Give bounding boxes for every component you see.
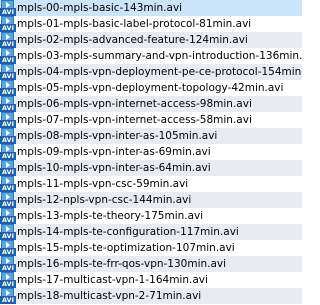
avi-video-file-icon: AVI	[0, 192, 16, 208]
file-name: mpls-03-mpls-summary-and-vpn-introductio…	[17, 50, 302, 62]
file-name: mpls-01-mpls-basic-label-protocol-81min.…	[17, 18, 252, 30]
avi-video-file-icon: AVI	[0, 288, 16, 304]
avi-video-file-icon: AVI	[0, 176, 16, 192]
file-row[interactable]: AVI mpls-13-mpls-te-theory-175min.avi	[0, 208, 302, 224]
file-name: mpls-14-mpls-te-configuration-117min.avi	[17, 226, 239, 238]
avi-video-file-icon: AVI	[0, 224, 16, 240]
file-name: mpls-16-mpls-te-frr-qos-vpn-130min.avi	[17, 258, 227, 270]
avi-video-file-icon: AVI	[0, 144, 16, 160]
file-name: mpls-17-multicast-vpn-1-164min.avi	[17, 274, 208, 286]
file-name: mpls-07-mpls-vpn-internet-access-58min.a…	[17, 114, 252, 126]
avi-video-file-icon: AVI	[0, 128, 16, 144]
file-name: mpls-00-mpls-basic-143min.avi	[17, 2, 183, 14]
file-name: mpls-09-mpls-vpn-inter-as-69min.avi	[17, 146, 211, 158]
file-row[interactable]: AVI mpls-16-mpls-te-frr-qos-vpn-130min.a…	[0, 256, 302, 272]
file-name: mpls-15-mpls-te-optimization-107min.avi	[17, 242, 235, 254]
file-row[interactable]: AVI mpls-08-mpls-vpn-inter-as-105min.avi	[0, 128, 302, 144]
avi-video-file-icon: AVI	[0, 256, 16, 272]
avi-video-file-icon: AVI	[0, 16, 16, 32]
file-name: mpls-08-mpls-vpn-inter-as-105min.avi	[17, 130, 218, 142]
file-row[interactable]: AVI mpls-07-mpls-vpn-internet-access-58m…	[0, 112, 302, 128]
file-row[interactable]: AVI mpls-05-mpls-vpn-deployment-topology…	[0, 80, 302, 96]
file-row[interactable]: AVI mpls-01-mpls-basic-label-protocol-81…	[0, 16, 302, 32]
file-list: AVI mpls-00-mpls-basic-143min.avi AVI mp…	[0, 0, 302, 305]
file-row[interactable]: AVI mpls-09-mpls-vpn-inter-as-69min.avi	[0, 144, 302, 160]
file-row[interactable]: AVI mpls-04-mpls-vpn-deployment-pe-ce-pr…	[0, 64, 302, 80]
avi-video-file-icon: AVI	[0, 32, 16, 48]
file-row[interactable]: AVI mpls-15-mpls-te-optimization-107min.…	[0, 240, 302, 256]
file-name: mpls-10-mpls-vpn-inter-as-64min.avi	[17, 162, 211, 174]
file-row[interactable]: AVI mpls-02-mpls-advanced-feature-124min…	[0, 32, 302, 48]
file-row[interactable]: AVI mpls-17-multicast-vpn-1-164min.avi	[0, 272, 302, 288]
avi-video-file-icon: AVI	[0, 64, 16, 80]
avi-video-file-icon: AVI	[0, 112, 16, 128]
file-row[interactable]: AVI mpls-00-mpls-basic-143min.avi	[0, 0, 302, 16]
file-row[interactable]: AVI mpls-14-mpls-te-configuration-117min…	[0, 224, 302, 240]
avi-video-file-icon: AVI	[0, 48, 16, 64]
file-row[interactable]: AVI mpls-06-mpls-vpn-internet-access-98m…	[0, 96, 302, 112]
file-name: mpls-04-mpls-vpn-deployment-pe-ce-protoc…	[17, 66, 302, 78]
avi-video-file-icon: AVI	[0, 96, 16, 112]
file-row[interactable]: AVI mpls-18-multicast-vpn-2-71min.avi	[0, 288, 302, 304]
avi-video-file-icon: AVI	[0, 240, 16, 256]
file-name: mpls-13-mpls-te-theory-175min.avi	[17, 210, 204, 222]
file-row[interactable]: AVI mpls-11-mpls-vpn-csc-59min.avi	[0, 176, 302, 192]
avi-video-file-icon: AVI	[0, 160, 16, 176]
avi-video-file-icon: AVI	[0, 0, 16, 16]
avi-video-file-icon: AVI	[0, 80, 16, 96]
file-row[interactable]: AVI mpls-12-npls-vpn-csc-144min.avi	[0, 192, 302, 208]
file-row[interactable]: AVI mpls-03-mpls-summary-and-vpn-introdu…	[0, 48, 302, 64]
file-name: mpls-12-npls-vpn-csc-144min.avi	[17, 194, 192, 206]
avi-video-file-icon: AVI	[0, 208, 16, 224]
file-name: mpls-18-multicast-vpn-2-71min.avi	[17, 290, 202, 302]
file-name: mpls-06-mpls-vpn-internet-access-98min.a…	[17, 98, 252, 110]
file-name: mpls-11-mpls-vpn-csc-59min.avi	[17, 178, 189, 190]
file-name: mpls-05-mpls-vpn-deployment-topology-42m…	[17, 82, 284, 94]
file-name: mpls-02-mpls-advanced-feature-124min.avi	[17, 34, 248, 46]
avi-video-file-icon: AVI	[0, 272, 16, 288]
file-row[interactable]: AVI mpls-10-mpls-vpn-inter-as-64min.avi	[0, 160, 302, 176]
